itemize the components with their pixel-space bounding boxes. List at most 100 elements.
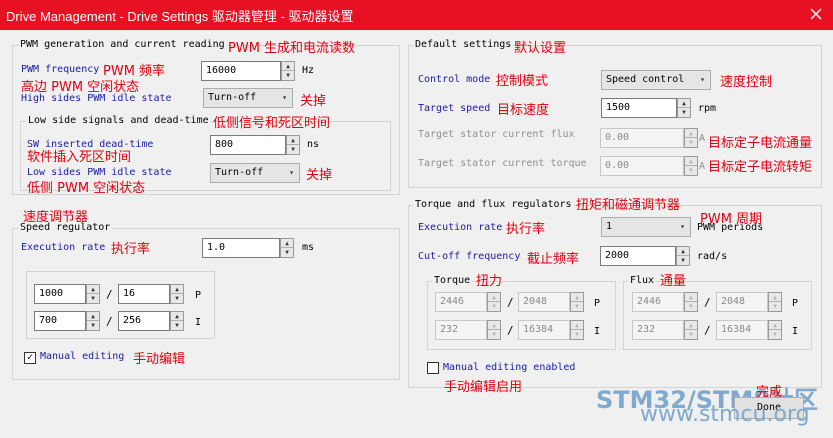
spin-up-icon[interactable]: ▲ — [571, 321, 583, 330]
target-torque-spin[interactable]: ▲ ▼ — [684, 156, 698, 176]
spin-up-icon[interactable]: ▲ — [87, 285, 99, 294]
torque-p-den-spin[interactable]: ▲ ▼ — [570, 292, 584, 312]
spin-up-icon[interactable]: ▲ — [769, 321, 781, 330]
spin-down-icon[interactable]: ▼ — [488, 302, 500, 311]
fraction-slash: / — [106, 288, 113, 301]
flux-p-numerator[interactable]: 2446 — [632, 292, 684, 312]
torque-i-num-spin[interactable]: ▲ ▼ — [487, 320, 501, 340]
spin-up-icon[interactable]: ▲ — [678, 99, 690, 108]
spin-up-icon[interactable]: ▲ — [685, 157, 697, 166]
speed-i-num-spin[interactable]: ▲ ▼ — [86, 311, 100, 331]
flux-p-den-spin[interactable]: ▲ ▼ — [768, 292, 782, 312]
spin-down-icon[interactable]: ▼ — [685, 302, 697, 311]
speed-exec-input[interactable]: 1.0 — [202, 238, 280, 258]
control-mode-select[interactable]: Speed control ▾ — [601, 70, 711, 90]
torque-p-label: P — [594, 298, 601, 309]
torque-p-denominator[interactable]: 2048 — [518, 292, 570, 312]
target-speed-spin[interactable]: ▲ ▼ — [677, 98, 691, 118]
deadtime-input[interactable]: 800 — [210, 135, 286, 155]
deadtime-cn: 软件插入死区时间 — [27, 150, 132, 165]
spin-down-icon[interactable]: ▼ — [769, 302, 781, 311]
high-idle-select[interactable]: Turn-off ▾ — [203, 88, 293, 108]
target-flux-input[interactable]: 0.00 — [600, 128, 684, 148]
speed-i-denominator[interactable]: 256 — [118, 311, 170, 331]
low-idle-select[interactable]: Turn-off ▾ — [210, 163, 300, 183]
spin-up-icon[interactable]: ▲ — [571, 293, 583, 302]
tf-exec-cn: 执行率 — [506, 222, 546, 237]
cutoff-spin[interactable]: ▲ ▼ — [676, 246, 690, 266]
spin-down-icon[interactable]: ▼ — [171, 294, 183, 303]
tf-manual-label: Manual editing enabled — [443, 362, 576, 373]
pwm-group-title: PWM generation and current reading — [18, 39, 227, 50]
speed-p-denominator[interactable]: 16 — [118, 284, 170, 304]
target-speed-cn: 目标速度 — [497, 103, 550, 118]
spin-down-icon[interactable]: ▼ — [281, 248, 293, 257]
fraction-slash: / — [106, 315, 113, 328]
torque-i-den-spin[interactable]: ▲ ▼ — [570, 320, 584, 340]
spin-up-icon[interactable]: ▲ — [769, 293, 781, 302]
spin-down-icon[interactable]: ▼ — [571, 330, 583, 339]
target-speed-input[interactable]: 1500 — [601, 98, 677, 118]
spin-up-icon[interactable]: ▲ — [281, 239, 293, 248]
spin-down-icon[interactable]: ▼ — [685, 166, 697, 175]
flux-i-den-spin[interactable]: ▲ ▼ — [768, 320, 782, 340]
flux-p-denominator[interactable]: 2048 — [716, 292, 768, 312]
spin-up-icon[interactable]: ▲ — [287, 136, 299, 145]
speed-i-numerator[interactable]: 700 — [34, 311, 86, 331]
control-mode-value-cn: 速度控制 — [720, 75, 773, 90]
spin-up-icon[interactable]: ▲ — [171, 312, 183, 321]
speed-manual-checkbox[interactable]: ✓ — [24, 352, 36, 364]
flux-i-label: I — [792, 326, 799, 337]
torque-p-num-spin[interactable]: ▲ ▼ — [487, 292, 501, 312]
spin-up-icon[interactable]: ▲ — [488, 293, 500, 302]
fraction-slash: / — [507, 324, 514, 337]
torque-p-numerator[interactable]: 2446 — [435, 292, 487, 312]
spin-up-icon[interactable]: ▲ — [171, 285, 183, 294]
spin-down-icon[interactable]: ▼ — [87, 321, 99, 330]
torque-i-numerator[interactable]: 232 — [435, 320, 487, 340]
target-flux-spin[interactable]: ▲ ▼ — [684, 128, 698, 148]
speed-p-den-spin[interactable]: ▲ ▼ — [170, 284, 184, 304]
chevron-down-icon: ▾ — [700, 75, 705, 84]
spin-down-icon[interactable]: ▼ — [677, 256, 689, 265]
flux-i-numerator[interactable]: 232 — [632, 320, 684, 340]
spin-down-icon[interactable]: ▼ — [287, 145, 299, 154]
cutoff-input[interactable]: 2000 — [600, 246, 676, 266]
deadtime-spin[interactable]: ▲ ▼ — [286, 135, 300, 155]
spin-up-icon[interactable]: ▲ — [685, 293, 697, 302]
spin-down-icon[interactable]: ▼ — [282, 71, 294, 80]
speed-p-numerator[interactable]: 1000 — [34, 284, 86, 304]
flux-p-num-spin[interactable]: ▲ ▼ — [684, 292, 698, 312]
spin-down-icon[interactable]: ▼ — [488, 330, 500, 339]
control-mode-value: Speed control — [606, 74, 685, 85]
chevron-down-icon: ▾ — [289, 168, 294, 177]
spin-down-icon[interactable]: ▼ — [571, 302, 583, 311]
speed-i-den-spin[interactable]: ▲ ▼ — [170, 311, 184, 331]
spin-up-icon[interactable]: ▲ — [677, 247, 689, 256]
torque-box-title: Torque — [432, 275, 473, 286]
close-icon[interactable] — [805, 4, 827, 24]
target-torque-input[interactable]: 0.00 — [600, 156, 684, 176]
spin-down-icon[interactable]: ▼ — [685, 138, 697, 147]
spin-down-icon[interactable]: ▼ — [678, 108, 690, 117]
spin-up-icon[interactable]: ▲ — [87, 312, 99, 321]
flux-i-num-spin[interactable]: ▲ ▼ — [684, 320, 698, 340]
torque-box-title-cn: 扭力 — [476, 274, 503, 289]
spin-down-icon[interactable]: ▼ — [769, 330, 781, 339]
tf-manual-checkbox[interactable] — [427, 362, 439, 374]
pwm-frequency-spin[interactable]: ▲ ▼ — [281, 61, 295, 81]
flux-i-denominator[interactable]: 16384 — [716, 320, 768, 340]
torque-i-denominator[interactable]: 16384 — [518, 320, 570, 340]
pwm-frequency-input[interactable]: 16000 — [201, 61, 281, 81]
spin-down-icon[interactable]: ▼ — [685, 330, 697, 339]
spin-up-icon[interactable]: ▲ — [685, 321, 697, 330]
spin-down-icon[interactable]: ▼ — [171, 321, 183, 330]
tf-exec-select[interactable]: 1 ▾ — [601, 217, 691, 237]
speed-p-num-spin[interactable]: ▲ ▼ — [86, 284, 100, 304]
spin-up-icon[interactable]: ▲ — [282, 62, 294, 71]
spin-down-icon[interactable]: ▼ — [87, 294, 99, 303]
spin-up-icon[interactable]: ▲ — [685, 129, 697, 138]
target-torque-cn: 目标定子电流转矩 — [708, 160, 813, 175]
spin-up-icon[interactable]: ▲ — [488, 321, 500, 330]
speed-exec-spin[interactable]: ▲ ▼ — [280, 238, 294, 258]
